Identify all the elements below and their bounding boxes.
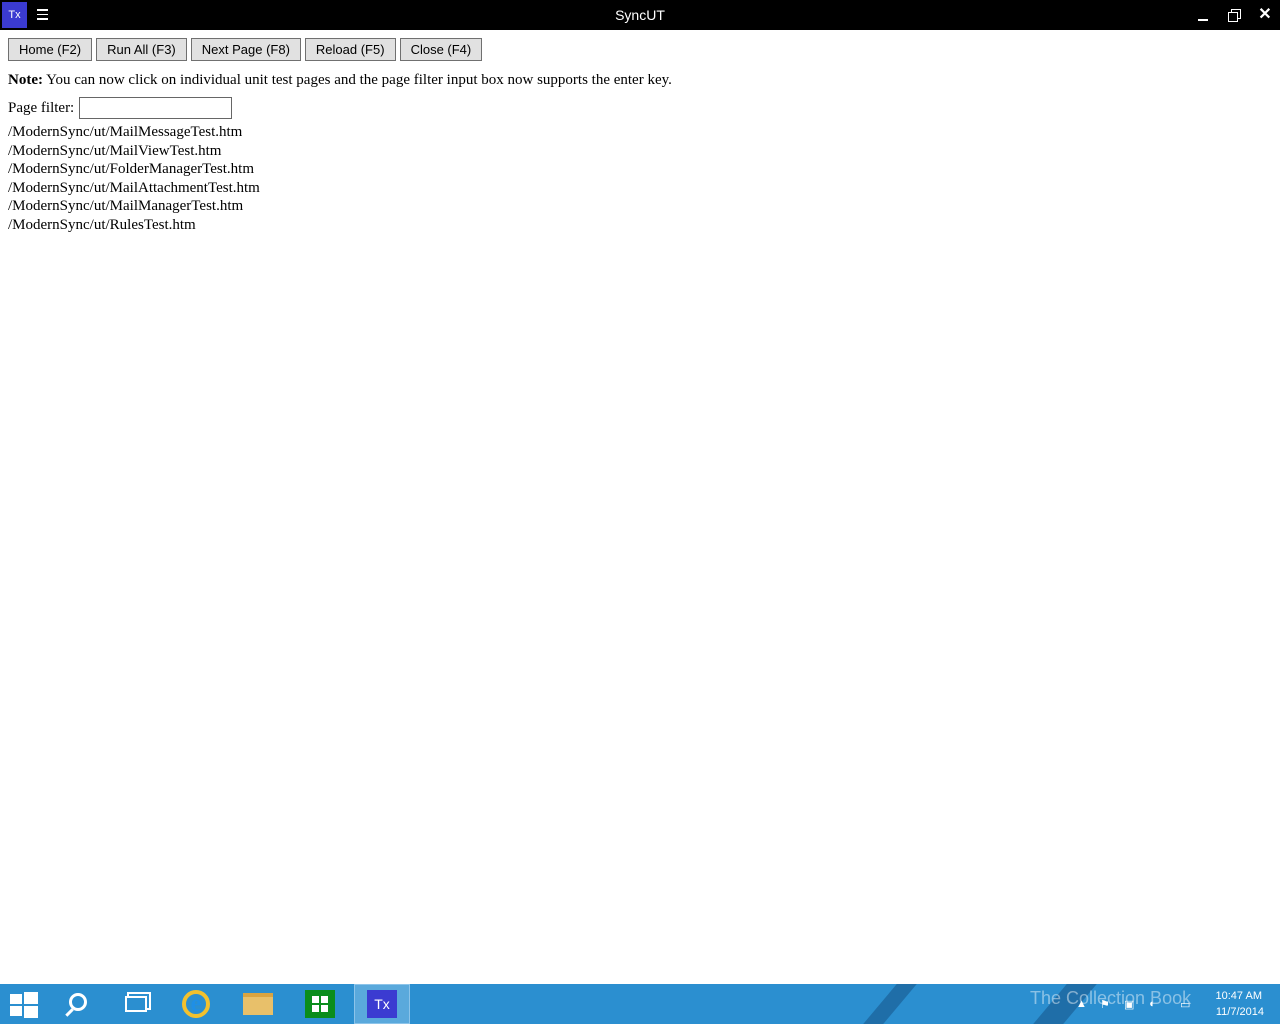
app-icon[interactable]: Tx [2, 2, 27, 28]
home-button[interactable]: Home (F2) [8, 38, 93, 61]
note-text: Note: You can now click on individual un… [8, 72, 672, 89]
restore-button[interactable] [1219, 0, 1249, 30]
hamburger-menu-icon[interactable] [37, 9, 52, 21]
test-page-link[interactable]: /ModernSync/ut/MailManagerTest.htm [8, 197, 260, 216]
syncut-taskbar-button[interactable]: Tx [354, 984, 410, 1024]
test-page-link[interactable]: /ModernSync/ut/MailAttachmentTest.htm [8, 179, 260, 198]
file-explorer-button[interactable] [230, 984, 286, 1024]
test-page-link[interactable]: /ModernSync/ut/RulesTest.htm [8, 216, 260, 235]
note-body: You can now click on individual unit tes… [42, 72, 672, 88]
clock-time[interactable]: 10:47 AM [1216, 990, 1262, 1002]
page-filter-label: Page filter: [8, 99, 75, 116]
test-page-link[interactable]: /ModernSync/ut/MailMessageTest.htm [8, 123, 260, 142]
test-page-link[interactable]: /ModernSync/ut/MailViewTest.htm [8, 142, 260, 161]
clock-date[interactable]: 11/7/2014 [1216, 1006, 1264, 1018]
store-button[interactable] [292, 984, 348, 1024]
test-page-list: /ModernSync/ut/MailMessageTest.htm /Mode… [8, 123, 260, 234]
minimize-button[interactable] [1188, 0, 1218, 30]
taskbar-decoration [863, 984, 917, 1024]
task-view-button[interactable] [108, 984, 164, 1024]
test-page-link[interactable]: /ModernSync/ut/FolderManagerTest.htm [8, 160, 260, 179]
note-prefix: Note: [8, 72, 43, 88]
task-view-icon [125, 996, 147, 1012]
watermark-text: The Collection Book [1030, 988, 1192, 1008]
next-page-button[interactable]: Next Page (F8) [190, 38, 301, 61]
run-all-button[interactable]: Run All (F3) [96, 38, 187, 61]
toolbar: Home (F2) Run All (F3) Next Page (F8) Re… [8, 38, 483, 61]
internet-explorer-button[interactable]: e [168, 984, 224, 1024]
windows-start-icon[interactable] [10, 992, 38, 1018]
tx-app-icon: Tx [367, 990, 397, 1018]
internet-explorer-icon: e [182, 990, 210, 1018]
search-icon [69, 993, 87, 1011]
search-taskbar-button[interactable] [52, 984, 108, 1024]
close-button[interactable]: Close (F4) [399, 38, 483, 61]
title-bar: Tx SyncUT ✕ [0, 0, 1280, 30]
reload-button[interactable]: Reload (F5) [304, 38, 396, 61]
folder-icon [243, 993, 273, 1015]
page-filter-input[interactable] [79, 97, 233, 119]
page-filter-row: Page filter: [8, 97, 233, 119]
window-title: SyncUT [615, 7, 665, 23]
close-window-button[interactable]: ✕ [1250, 0, 1280, 30]
store-icon [305, 990, 335, 1018]
